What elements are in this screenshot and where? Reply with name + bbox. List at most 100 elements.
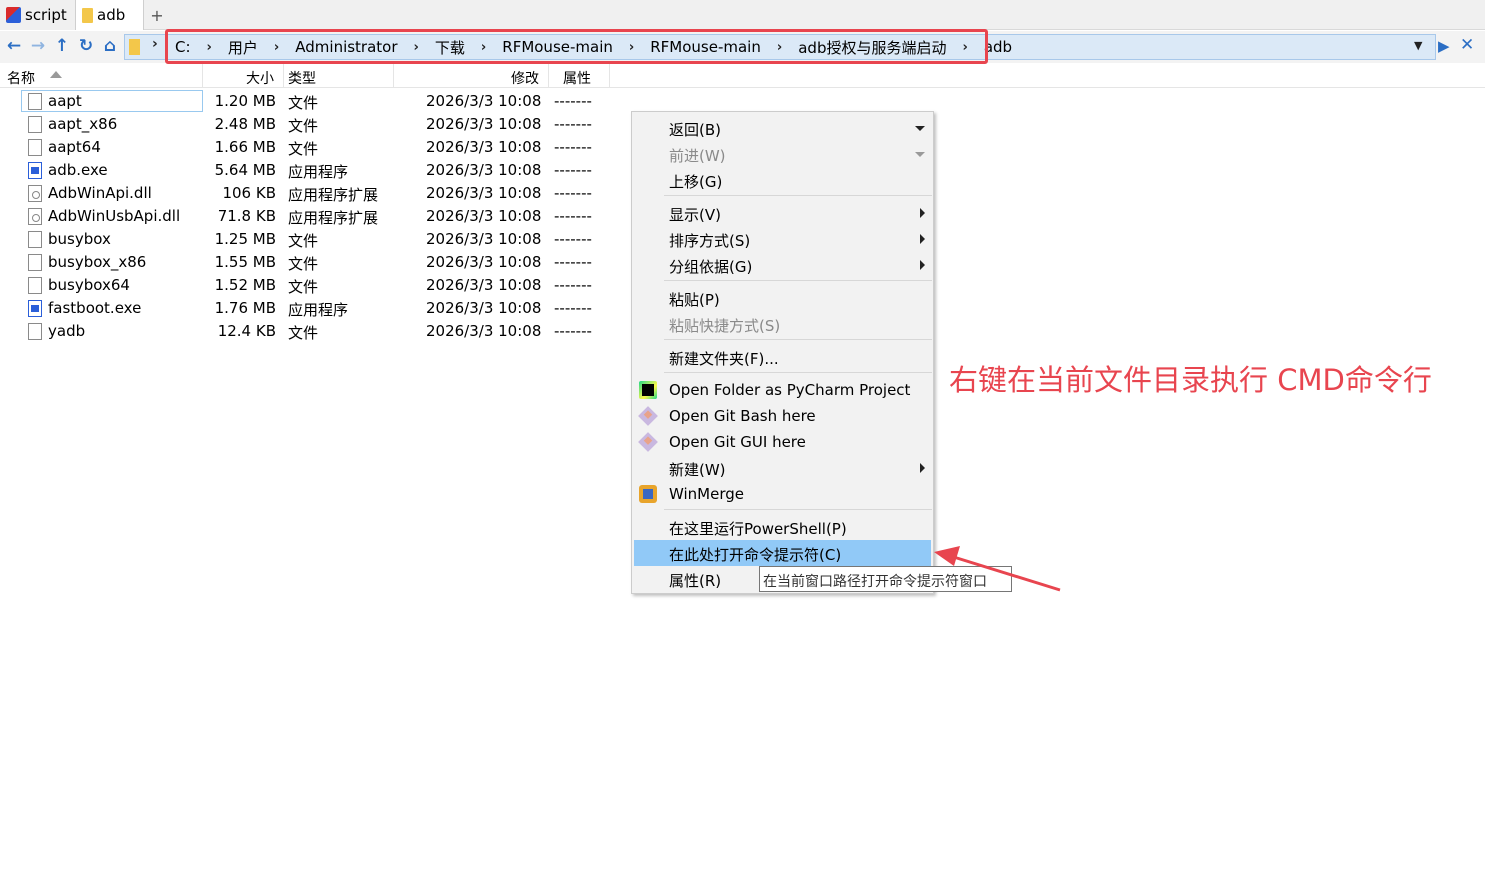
menu-item-label: Open Git Bash here — [669, 407, 816, 425]
file-name: busybox64 — [48, 276, 130, 294]
new-tab-button[interactable]: + — [146, 4, 168, 26]
menu-item-back[interactable]: 返回(B) — [634, 115, 931, 141]
menu-item-group-by[interactable]: 分组依据(G) — [634, 252, 931, 278]
tab-adb[interactable]: adb — [76, 0, 144, 30]
menu-item-label: Open Folder as PyCharm Project — [669, 381, 911, 399]
col-type[interactable]: 类型 — [288, 68, 316, 88]
file-date: 2026/3/3 10:08 — [426, 299, 542, 317]
menu-item-paste-shortcut[interactable]: 粘贴快捷方式(S) — [634, 311, 931, 337]
forward-icon[interactable]: → — [27, 35, 49, 57]
file-attr: ------- — [554, 138, 592, 156]
annotation-arrow-icon — [934, 546, 1061, 592]
menu-item-new[interactable]: 新建(W) — [634, 455, 931, 481]
script-icon — [6, 7, 21, 23]
file-row[interactable]: yadb 12.4 KB 文件 2026/3/3 10:08 ------- — [0, 320, 620, 343]
submenu-arrow-icon — [920, 208, 925, 218]
tab-bar: script adb + — [0, 0, 1485, 30]
menu-item-label: 排序方式(S) — [669, 232, 751, 250]
file-icon — [28, 116, 42, 133]
file-name: AdbWinApi.dll — [48, 184, 152, 202]
file-type: 文件 — [288, 140, 319, 158]
file-row[interactable]: busybox64 1.52 MB 文件 2026/3/3 10:08 ----… — [0, 274, 620, 297]
column-divider[interactable] — [283, 64, 284, 88]
file-type: 应用程序 — [288, 163, 349, 181]
file-name: adb.exe — [48, 161, 108, 179]
submenu-arrow-icon — [920, 463, 925, 473]
file-row[interactable]: aapt_x86 2.48 MB 文件 2026/3/3 10:08 -----… — [0, 113, 620, 136]
file-attr: ------- — [554, 115, 592, 133]
menu-item-label: 新建(W) — [669, 461, 726, 479]
column-divider[interactable] — [548, 64, 549, 88]
pycharm-icon — [639, 381, 657, 399]
col-modified[interactable]: 修改 — [511, 68, 539, 88]
menu-item-winmerge[interactable]: WinMerge — [634, 481, 931, 507]
go-icon[interactable]: ▶ — [1438, 37, 1450, 55]
menu-item-view[interactable]: 显示(V) — [634, 200, 931, 226]
menu-item-git-gui[interactable]: Open Git GUI here — [634, 429, 931, 455]
file-type: 文件 — [288, 278, 319, 296]
file-type: 应用程序扩展 — [288, 186, 379, 204]
tab-script[interactable]: script — [0, 0, 76, 30]
file-icon — [28, 93, 42, 110]
menu-item-new-folder[interactable]: 新建文件夹(F)... — [634, 344, 931, 370]
file-name: busybox — [48, 230, 111, 248]
menu-item-label: 前进(W) — [669, 147, 726, 165]
menu-item-powershell[interactable]: 在这里运行PowerShell(P) — [634, 514, 931, 540]
menu-item-cmd-here[interactable]: 在此处打开命令提示符(C) — [634, 540, 931, 566]
col-attributes[interactable]: 属性 — [563, 68, 591, 88]
file-date: 2026/3/3 10:08 — [426, 138, 542, 156]
chevron-right-icon[interactable]: › — [152, 36, 158, 52]
column-divider[interactable] — [393, 64, 394, 88]
file-type: 文件 — [288, 255, 319, 273]
submenu-arrow-icon — [920, 260, 925, 270]
file-row[interactable]: busybox_x86 1.55 MB 文件 2026/3/3 10:08 --… — [0, 251, 620, 274]
menu-item-sort-by[interactable]: 排序方式(S) — [634, 226, 931, 252]
home-icon[interactable]: ⌂ — [99, 35, 121, 57]
up-icon[interactable]: ↑ — [51, 35, 73, 57]
col-name[interactable]: 名称 — [7, 68, 35, 88]
file-type: 文件 — [288, 94, 319, 112]
file-name: aapt_x86 — [48, 115, 118, 133]
file-row[interactable]: adb.exe 5.64 MB 应用程序 2026/3/3 10:08 ----… — [0, 159, 620, 182]
menu-item-label: 新建文件夹(F)... — [669, 350, 779, 368]
file-row[interactable]: AdbWinApi.dll 106 KB 应用程序扩展 2026/3/3 10:… — [0, 182, 620, 205]
menu-separator — [664, 509, 932, 510]
back-icon[interactable]: ← — [3, 35, 25, 57]
menu-item-pycharm[interactable]: Open Folder as PyCharm Project — [634, 377, 931, 403]
menu-separator — [664, 372, 932, 373]
menu-item-paste[interactable]: 粘贴(P) — [634, 285, 931, 311]
column-divider[interactable] — [202, 64, 203, 88]
refresh-icon[interactable]: ↻ — [75, 35, 97, 57]
git-icon — [638, 406, 658, 426]
menu-item-up[interactable]: 上移(G) — [634, 167, 931, 193]
file-size: 1.66 MB — [214, 138, 276, 156]
file-type: 文件 — [288, 117, 319, 135]
toolbar: ← → ↑ ↻ ⌂ › C: › 用户 › Administrator › 下载 › R… — [0, 29, 1485, 64]
menu-item-git-bash[interactable]: Open Git Bash here — [634, 403, 931, 429]
file-date: 2026/3/3 10:08 — [426, 161, 542, 179]
file-type: 应用程序扩展 — [288, 209, 379, 227]
menu-separator — [664, 280, 932, 281]
file-name: aapt64 — [48, 138, 101, 156]
file-attr: ------- — [554, 253, 592, 271]
file-row[interactable]: busybox 1.25 MB 文件 2026/3/3 10:08 ------… — [0, 228, 620, 251]
file-row[interactable]: aapt64 1.66 MB 文件 2026/3/3 10:08 ------- — [0, 136, 620, 159]
menu-item-label: WinMerge — [669, 485, 744, 503]
column-header: 名称 大小 类型 修改 属性 — [0, 64, 1485, 88]
close-icon[interactable]: ✕ — [1460, 35, 1474, 55]
file-row[interactable]: aapt 1.20 MB 文件 2026/3/3 10:08 ------- — [0, 90, 620, 113]
sort-ascending-icon — [50, 71, 62, 78]
file-name: aapt — [48, 92, 82, 110]
menu-item-forward[interactable]: 前进(W) — [634, 141, 931, 167]
file-date: 2026/3/3 10:08 — [426, 322, 542, 340]
menu-item-label: 粘贴(P) — [669, 291, 720, 309]
file-type: 文件 — [288, 324, 319, 342]
col-size[interactable]: 大小 — [246, 68, 274, 88]
file-size: 2.48 MB — [214, 115, 276, 133]
context-menu: 返回(B) 前进(W) 上移(G) 显示(V) 排序方式(S) 分组依据(G) … — [631, 111, 934, 594]
file-row[interactable]: AdbWinUsbApi.dll 71.8 KB 应用程序扩展 2026/3/3… — [0, 205, 620, 228]
file-row[interactable]: fastboot.exe 1.76 MB 应用程序 2026/3/3 10:08… — [0, 297, 620, 320]
dropdown-arrow-icon[interactable]: ▼ — [1414, 39, 1422, 52]
folder-icon — [82, 7, 93, 23]
column-divider[interactable] — [609, 64, 610, 88]
